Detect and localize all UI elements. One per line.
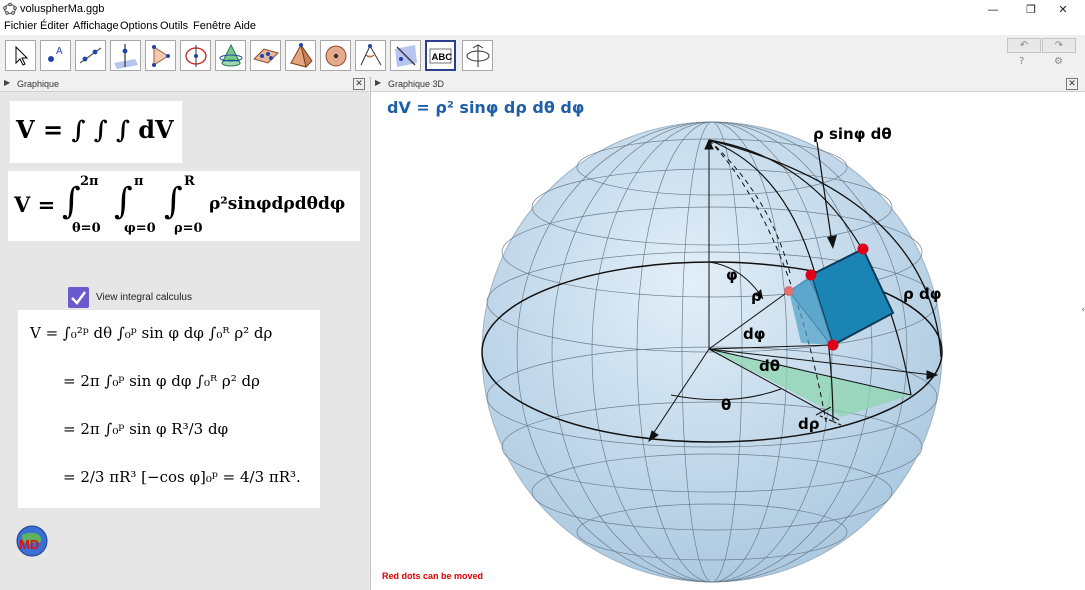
integral-sign-1: ∫ [62, 181, 81, 222]
graphics-panel-close-button[interactable]: ✕ [353, 78, 365, 90]
view-integral-label[interactable]: View integral calculus [96, 292, 192, 303]
calc-line-1: V = ∫₀²ᵖ dθ ∫₀ᵖ sin φ dφ ∫₀ᴿ ρ² dρ [30, 324, 273, 342]
red-dot-3[interactable] [857, 243, 869, 255]
int3-lower: ρ=0 [174, 221, 203, 236]
graphics-panel[interactable]: ▶ Graphique ✕ V = ∫ ∫ ∫ dV V = ∫ 2π θ=0 … [0, 77, 369, 590]
int2-upper: π [134, 174, 144, 189]
menu-editer[interactable]: Éditer [40, 20, 69, 32]
checkmark-icon [71, 291, 87, 305]
integral-sign-3: ∫ [164, 181, 183, 222]
toolbar: A ABC ↶ ↷ ? ⚙ [0, 35, 1085, 78]
red-dot-1[interactable] [784, 286, 794, 296]
perpendicular-icon [114, 44, 138, 69]
side-expand-arrow-icon[interactable]: ‹ [1081, 305, 1085, 315]
integral-calculus-box: V = ∫₀²ᵖ dθ ∫₀ᵖ sin φ dφ ∫₀ᴿ ρ² dρ = 2π … [18, 310, 320, 508]
triangle-icon [152, 45, 170, 67]
intersect-surfaces-tool[interactable] [215, 40, 246, 71]
calc-line-3: = 2π ∫₀ᵖ sin φ R³/3 dφ [63, 420, 229, 438]
rotate-3d-icon [466, 44, 490, 67]
menu-fichier[interactable]: Fichier [4, 20, 37, 32]
label-dphi: dφ [743, 325, 765, 343]
svg-text:A: A [56, 46, 63, 57]
graphics-3d-panel[interactable]: ▶ Graphique 3D ✕ dV = ρ² sinφ dρ dθ dφ ρ… [370, 77, 1085, 590]
menu-bar: Fichier Éditer Affichage Options Outils … [0, 19, 1085, 35]
text-abc-icon: ABC [429, 48, 453, 64]
cursor-arrow-icon [15, 45, 29, 66]
label-theta: θ [721, 396, 731, 414]
label-drho: dρ [798, 415, 820, 433]
menu-aide[interactable]: Aide [234, 20, 256, 32]
move-tool[interactable] [5, 40, 36, 71]
red-dot-4[interactable] [827, 339, 839, 351]
label-phi: φ [726, 266, 738, 284]
text-tool[interactable]: ABC [425, 40, 456, 71]
sphere-3d-view[interactable]: ρ sinφ dθ ρ dφ φ ρ dφ dθ θ dρ [371, 77, 1085, 590]
formula2-lhs: V = [14, 192, 56, 217]
int1-lower: θ=0 [72, 221, 101, 236]
redo-button[interactable]: ↷ [1042, 38, 1076, 53]
int1-upper: 2π [80, 174, 99, 189]
red-dots-note: Red dots can be moved [382, 571, 484, 581]
line-icon [79, 47, 102, 64]
plane-tool[interactable] [250, 40, 281, 71]
graphics-panel-header: ▶ Graphique ✕ [0, 77, 369, 92]
pyramid-tool[interactable] [285, 40, 316, 71]
pyramid-icon [290, 43, 313, 68]
menu-affichage[interactable]: Affichage [73, 20, 119, 32]
reflect-plane-icon [395, 45, 417, 67]
integrand: ρ²sinφdρdθdφ [209, 194, 346, 214]
label-rho-dphi: ρ dφ [903, 285, 941, 303]
label-rho: ρ [751, 287, 762, 305]
menu-outils[interactable]: Outils [160, 20, 188, 32]
plane-icon [253, 48, 279, 64]
collapse-arrow-icon[interactable]: ▶ [4, 78, 10, 87]
geogebra-app-icon [3, 2, 17, 15]
label-dtheta: dθ [759, 357, 780, 375]
angle-icon [360, 44, 382, 66]
cone-icon [219, 43, 243, 67]
int3-upper: R [184, 174, 195, 189]
polygon-tool[interactable] [145, 40, 176, 71]
close-button[interactable]: ✕ [1040, 0, 1085, 19]
red-dot-2[interactable] [805, 269, 817, 281]
line-tool[interactable] [75, 40, 106, 71]
logo-text: MD [19, 537, 40, 552]
settings-gear-icon[interactable]: ⚙ [1054, 56, 1063, 67]
point-icon: A [48, 46, 63, 62]
calc-line-2: = 2π ∫₀ᵖ sin φ dφ ∫₀ᴿ ρ² dρ [63, 372, 260, 390]
help-icon[interactable]: ? [1019, 56, 1024, 67]
undo-button[interactable]: ↶ [1007, 38, 1041, 53]
perpendicular-line-tool[interactable] [110, 40, 141, 71]
volume-formula-text: V = ∫ ∫ ∫ dV [16, 115, 174, 144]
sphere-icon [325, 45, 347, 67]
angle-tool[interactable] [355, 40, 386, 71]
svg-text:ABC: ABC [432, 52, 453, 63]
title-bar: voluspherMa.ggb — ❐ ✕ [0, 0, 1085, 19]
sphere-tool[interactable] [320, 40, 351, 71]
reflect-tool[interactable] [390, 40, 421, 71]
md-logo[interactable]: MD [16, 525, 48, 557]
rotate-view-tool[interactable] [462, 40, 493, 71]
volume-formula-box: V = ∫ ∫ ∫ dV [10, 101, 182, 163]
window-title: voluspherMa.ggb [20, 3, 105, 15]
circle-icon [185, 45, 207, 67]
menu-options[interactable]: Options [120, 20, 158, 32]
view-integral-checkbox[interactable] [68, 287, 89, 308]
triple-integral-box: V = ∫ 2π θ=0 ∫ π φ=0 ∫ R ρ=0 ρ²sinφdρdθd… [8, 171, 360, 241]
int2-lower: φ=0 [124, 221, 156, 236]
circle-tool[interactable] [180, 40, 211, 71]
point-tool[interactable]: A [40, 40, 71, 71]
menu-fenetre[interactable]: Fenêtre [193, 20, 231, 32]
graphics-panel-title: Graphique [17, 79, 60, 89]
integral-sign-2: ∫ [114, 181, 133, 222]
calc-line-4: = 2/3 πR³ [−cos φ]₀ᵖ = 4/3 πR³. [63, 468, 301, 486]
label-rho-sinphi-dtheta: ρ sinφ dθ [813, 125, 892, 143]
